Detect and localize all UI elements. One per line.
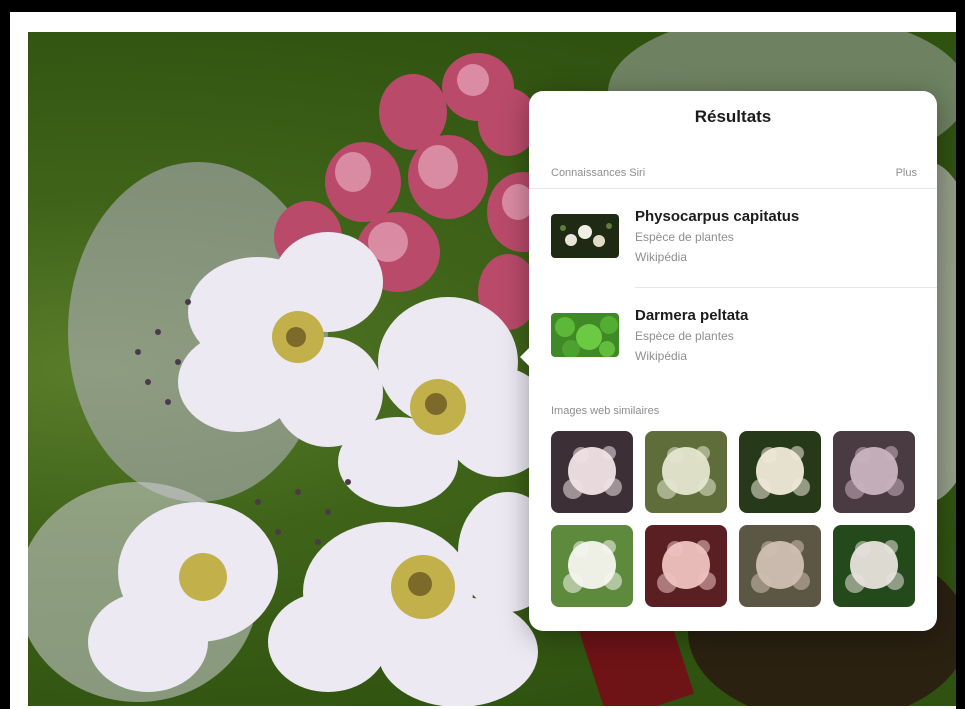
white-flower-cluster-thumbnail-icon — [551, 214, 619, 258]
result-name: Physocarpus capitatus — [635, 208, 800, 225]
white-flower-bush-image-icon[interactable] — [645, 431, 727, 513]
mauve-flower-ball-image-icon[interactable] — [833, 431, 915, 513]
similar-images-grid — [551, 431, 917, 607]
pink-flower-ball-image-icon[interactable] — [551, 431, 633, 513]
white-flower-green-leaves-image-icon[interactable] — [833, 525, 915, 607]
result-item-darmera[interactable]: Darmera peltata Espèce de plantes Wikipé… — [551, 307, 917, 379]
result-subtitle: Espèce de plantes — [635, 230, 734, 244]
result-item-physocarpus[interactable]: Physocarpus capitatus Espèce de plantes … — [551, 208, 917, 280]
result-source: Wikipédia — [635, 250, 688, 264]
siri-knowledge-header: Connaissances Siri Plus — [551, 163, 917, 183]
results-panel: Résultats Connaissances Siri Plus Physoc… — [520, 91, 937, 631]
right-black-border — [956, 0, 965, 709]
faded-flower-cluster-image-icon[interactable] — [739, 525, 821, 607]
pink-flower-dark-red-image-icon[interactable] — [645, 525, 727, 607]
green-leaves-thumbnail-icon — [551, 313, 619, 357]
top-black-border — [0, 0, 965, 12]
result-name: Darmera peltata — [635, 307, 749, 324]
white-flower-dark-leaves-image-icon[interactable] — [739, 431, 821, 513]
result-subtitle: Espèce de plantes — [635, 329, 734, 343]
white-flowers-green-bush-image-icon[interactable] — [551, 525, 633, 607]
divider — [529, 188, 937, 189]
more-button[interactable]: Plus — [896, 167, 917, 179]
divider — [635, 287, 937, 288]
result-source: Wikipédia — [635, 349, 688, 363]
left-black-border — [0, 0, 10, 709]
section-label: Connaissances Siri — [551, 167, 646, 179]
panel-title: Résultats — [694, 107, 772, 126]
similar-images-label: Images web similaires — [551, 405, 660, 417]
panel-pointer — [520, 347, 530, 367]
